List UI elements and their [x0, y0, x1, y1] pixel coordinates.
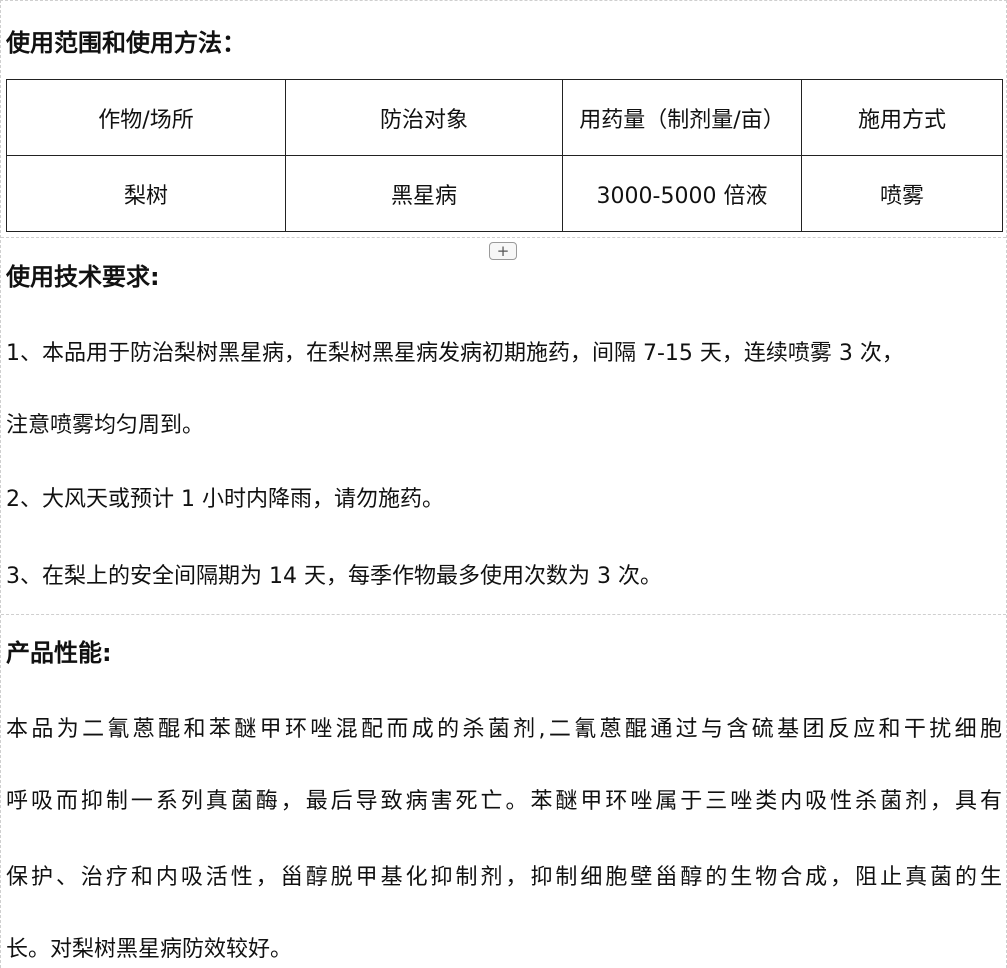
table-cell-method: 喷雾: [801, 155, 1003, 232]
document-page: 使用范围和使用方法： 作物/场所 防治对象 用药量（制剂量/亩） 施用方式 梨树…: [0, 0, 1007, 968]
add-row-button[interactable]: +: [489, 242, 517, 260]
table-header-cell-method: 施用方式: [801, 79, 1003, 156]
performance-text-line: 长。对梨树黑星病防效较好。: [6, 937, 293, 962]
performance-text-line: 保护、治疗和内吸活性，甾醇脱甲基化抑制剂，抑制细胞壁甾醇的生物合成，阻止真菌的生: [6, 865, 1002, 890]
table-cell-crop: 梨树: [6, 155, 286, 232]
performance-text-line: 呼吸而抑制一系列真菌酶，最后导致病害死亡。苯醚甲环唑属于三唑类内吸性杀菌剂，具有: [6, 789, 1002, 814]
section-divider: [1, 614, 1006, 615]
table-cell-target: 黑星病: [285, 155, 563, 232]
table-row: 梨树 黑星病 3000-5000 倍液 喷雾: [6, 155, 1003, 232]
table-cell-dosage: 3000-5000 倍液: [562, 155, 802, 232]
table-header-row: 作物/场所 防治对象 用药量（制剂量/亩） 施用方式: [6, 79, 1003, 156]
table-header-cell-crop: 作物/场所: [6, 79, 286, 156]
tech-requirement-item-1-continued: 注意喷雾均匀周到。: [6, 413, 205, 438]
table-header-cell-target: 防治对象: [285, 79, 563, 156]
usage-table: 作物/场所 防治对象 用药量（制剂量/亩） 施用方式 梨树 黑星病 3000-5…: [6, 79, 1003, 232]
performance-text-line: 本品为二氰蒽醌和苯醚甲环唑混配而成的杀菌剂,二氰蒽醌通过与含硫基团反应和干扰细胞: [6, 717, 1002, 742]
tech-requirement-item-2: 2、大风天或预计 1 小时内降雨，请勿施药。: [6, 487, 444, 512]
section-divider: [1, 237, 1006, 238]
product-performance-heading: 产品性能:: [6, 639, 112, 667]
usage-heading: 使用范围和使用方法：: [6, 29, 246, 57]
tech-requirement-item-1: 1、本品用于防治梨树黑星病，在梨树黑星病发病初期施药，间隔 7-15 天，连续喷…: [6, 341, 904, 366]
tech-requirements-heading: 使用技术要求:: [6, 263, 160, 291]
tech-requirement-item-3: 3、在梨上的安全间隔期为 14 天，每季作物最多使用次数为 3 次。: [6, 564, 662, 589]
table-header-cell-dosage: 用药量（制剂量/亩）: [562, 79, 802, 156]
